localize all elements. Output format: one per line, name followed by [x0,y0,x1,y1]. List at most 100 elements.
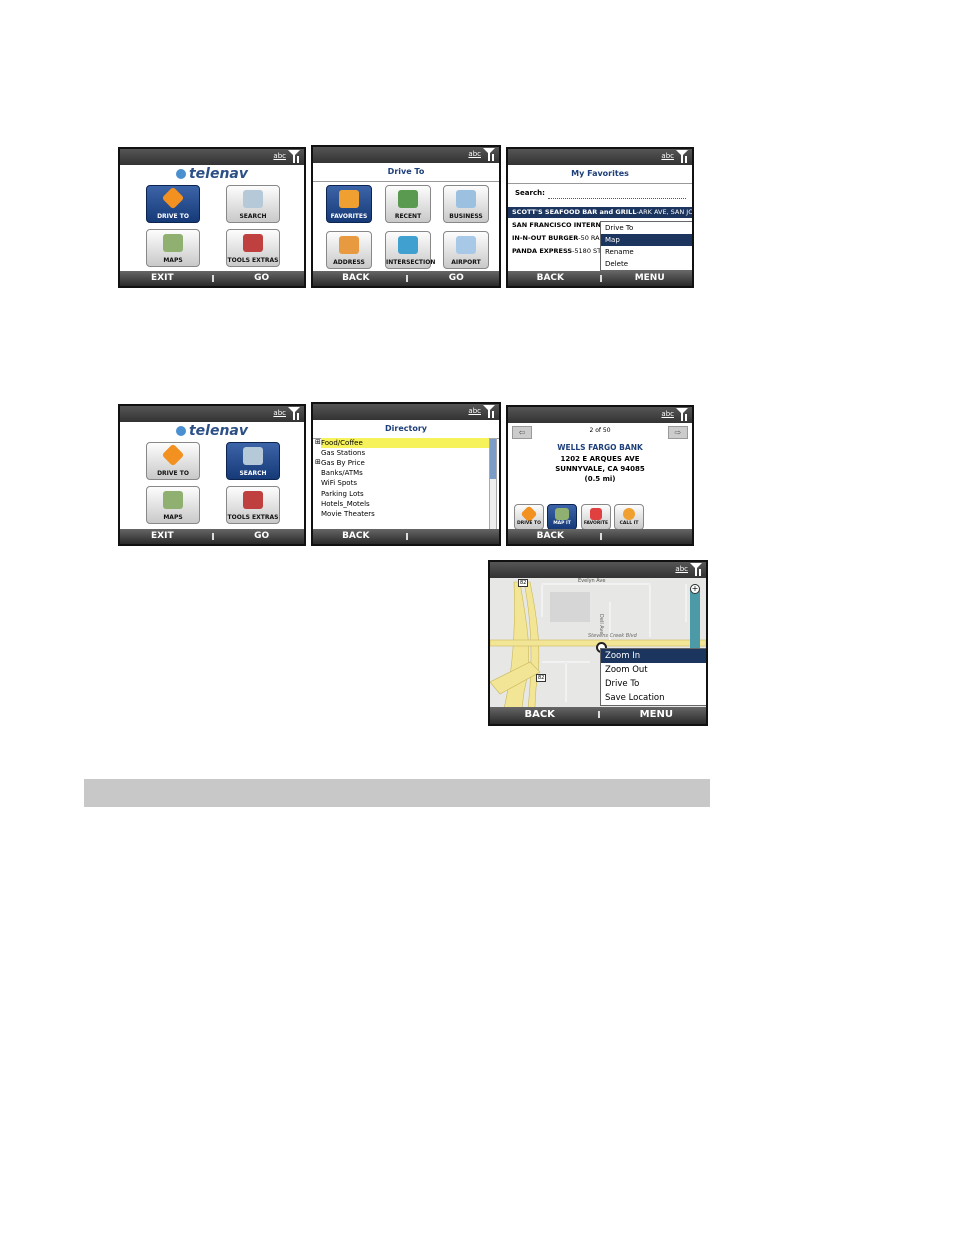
zoom-plus-icon[interactable]: + [690,584,700,594]
recent-tile[interactable]: RECENT [385,185,431,223]
directory-item[interactable]: WiFi Spots [321,478,357,488]
favorites-tile[interactable]: FAVORITES [326,185,372,223]
directory-item[interactable]: Movie Theaters [321,509,375,519]
menu-softkey[interactable]: MENU [607,709,706,720]
directory-item[interactable]: Food/Coffee [321,438,363,448]
softkey-separator [406,275,408,282]
telenav-logo: telenav [120,423,304,439]
expand-icon[interactable]: ⊞ [315,458,321,466]
abc-indicator: abc [468,407,481,415]
menu-item-zoom-out[interactable]: Zoom Out [601,663,706,677]
tools-icon [243,491,263,509]
abc-indicator: abc [661,152,674,160]
tile-label: MAPS [163,514,183,521]
expand-icon[interactable]: ⊞ [315,438,321,446]
directory-item[interactable]: Banks/ATMs [321,468,363,478]
search-tile[interactable]: SEARCH [226,442,280,480]
tile-label: INTERSECTION [386,259,436,266]
go-softkey[interactable]: GO [219,273,304,283]
next-arrow-button[interactable]: ⇨ [668,426,688,439]
directory-item[interactable]: Parking Lots [321,489,364,499]
menu-item-save-location[interactable]: Save Location [601,691,706,705]
go-softkey[interactable]: GO [219,531,304,541]
screen-poi-detail: abc ⇦ 2 of 50 ⇨ WELLS FARGO BANK 1202 E … [506,405,694,546]
menu-item-rename[interactable]: Rename [601,246,692,258]
tools-extras-tile[interactable]: TOOLS EXTRAS [226,229,280,267]
menu-item-map[interactable]: Map [601,234,692,246]
intersection-tile[interactable]: INTERSECTION [385,231,436,269]
drive-to-button[interactable]: DRIVE TO [514,504,544,530]
directory-item[interactable]: Hotels_Motels [321,499,370,509]
route-shield: 82 [536,674,547,682]
back-softkey[interactable]: BACK [313,273,399,283]
drive-to-tile[interactable]: DRIVE TO [146,442,200,480]
abc-indicator: abc [273,409,286,417]
maps-tile[interactable]: MAPS [146,486,200,524]
tile-label: AIRPORT [451,259,481,266]
status-bar: abc [508,407,692,423]
page-title: My Favorites [508,165,692,184]
scrollbar[interactable] [489,438,497,530]
back-softkey[interactable]: BACK [508,531,593,541]
airplane-icon [456,236,476,254]
back-softkey[interactable]: BACK [508,273,593,283]
drive-to-tile[interactable]: DRIVE TO [146,185,200,223]
back-softkey[interactable]: BACK [313,531,399,541]
maps-tile[interactable]: MAPS [146,229,200,267]
status-bar: abc [120,149,304,165]
directory-item[interactable]: Gas Stations [321,448,365,458]
button-label: CALL IT [619,521,639,526]
search-tile[interactable]: SEARCH [226,185,280,223]
menu-softkey[interactable]: MENU [607,273,692,283]
softkey-separator [406,533,408,540]
softkey-bar: BACK MENU [490,707,706,724]
tile-label: DRIVE TO [157,470,189,477]
favorite-button[interactable]: FAVORITE [581,504,611,530]
screen-map: abc 82 82 Evelyn Ave Stevens Creek Blvd … [488,560,708,726]
signal-icon [288,150,300,163]
tile-label: TOOLS EXTRAS [227,514,279,521]
airport-tile[interactable]: AIRPORT [443,231,489,269]
directory-item[interactable]: Gas By Price [321,458,365,468]
map-icon [163,234,183,252]
page-title: Directory [313,420,499,439]
exit-softkey[interactable]: EXIT [120,531,205,541]
call-it-button[interactable]: CALL IT [614,504,644,530]
menu-item-zoom-in[interactable]: Zoom In [601,649,706,663]
address-tile[interactable]: ADDRESS [326,231,372,269]
favorite-icon [590,508,602,520]
signal-icon [676,408,688,421]
button-label: DRIVE TO [517,521,541,526]
route-shield: 82 [518,579,529,587]
search-input[interactable] [548,197,686,199]
back-softkey[interactable]: BACK [490,709,589,720]
tile-label: SEARCH [239,470,267,477]
tile-label: SEARCH [239,213,267,220]
street-label: Evelyn Ave [578,578,606,584]
screen-directory: abc Directory ⊞ ⊞ Food/Coffee Gas Statio… [311,402,501,546]
tile-label: FAVORITES [330,213,368,220]
favorite-row[interactable]: SCOTT'S SEAFOOD BAR and GRILL-ARK AVE, S… [508,207,692,218]
scrollbar-thumb[interactable] [490,439,496,479]
tile-label: ADDRESS [333,259,365,266]
menu-item-drive-to[interactable]: Drive To [601,222,692,234]
softkey-bar: BACK [508,529,692,544]
business-tile[interactable]: BUSINESS [443,185,489,223]
poi-address-line1: 1202 E ARQUES AVE [560,455,640,463]
menu-item-delete[interactable]: Delete [601,258,692,270]
poi-address-line2: SUNNYVALE, CA 94085 [555,465,645,473]
go-softkey[interactable]: GO [413,273,499,283]
phone-icon [623,508,635,520]
exit-softkey[interactable]: EXIT [120,273,205,283]
button-label: FAVORITE [583,521,609,526]
menu-item-drive-to[interactable]: Drive To [601,677,706,691]
signal-icon [676,150,688,163]
map-it-button[interactable]: MAP IT [547,504,577,530]
status-bar: abc [508,149,692,165]
tools-extras-tile[interactable]: TOOLS EXTRAS [226,486,280,524]
softkey-separator [598,711,600,718]
status-bar: abc [120,406,304,422]
abc-indicator: abc [468,150,481,158]
tile-label: TOOLS EXTRAS [227,257,279,264]
business-icon [456,190,476,208]
